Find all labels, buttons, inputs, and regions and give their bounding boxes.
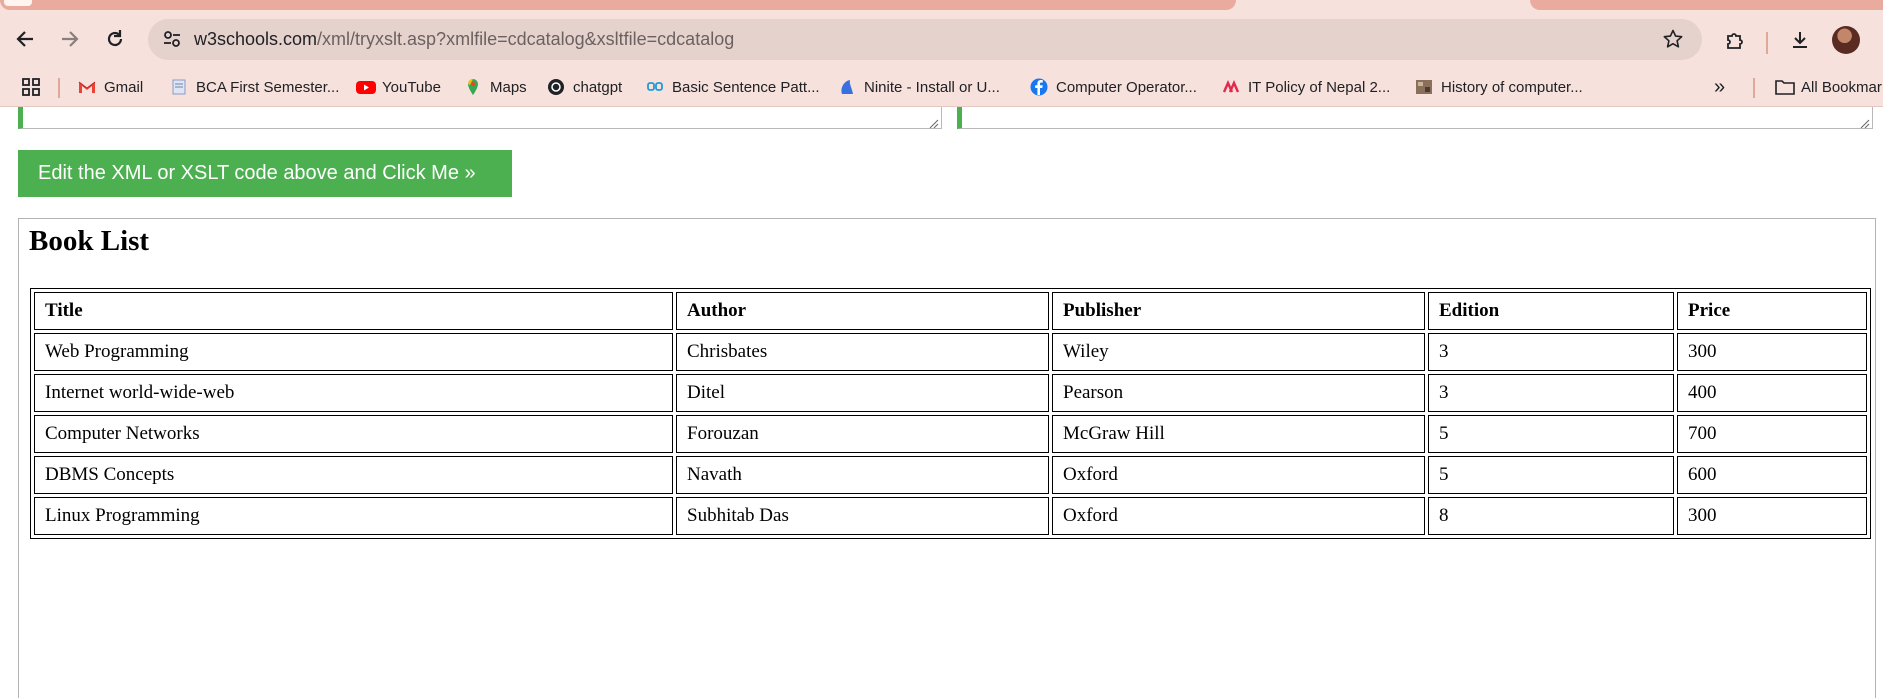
bookmark-computer-operator[interactable]: Computer Operator... (1030, 68, 1197, 106)
cell-author: Forouzan (676, 415, 1049, 453)
cell-title: DBMS Concepts (34, 456, 673, 494)
back-arrow-icon[interactable] (10, 24, 40, 54)
result-frame: Book List Title Author Publisher Edition… (18, 218, 1876, 698)
cell-title: Linux Programming (34, 497, 673, 535)
url-text[interactable]: w3schools.com/xml/tryxslt.asp?xmlfile=cd… (194, 19, 734, 60)
cell-edition: 5 (1428, 415, 1674, 453)
apps-grid-icon[interactable] (21, 77, 41, 97)
bookmark-gmail[interactable]: Gmail (78, 68, 143, 106)
tab-favicon-icon (4, 0, 32, 6)
cell-price: 300 (1677, 333, 1867, 371)
policy-icon (1222, 78, 1240, 96)
cell-publisher: Oxford (1052, 497, 1425, 535)
cell-edition: 5 (1428, 456, 1674, 494)
page-content: Edit the XML or XSLT code above and Clic… (0, 107, 1883, 698)
bookmark-it-policy-nepal[interactable]: IT Policy of Nepal 2... (1222, 68, 1390, 106)
cell-author: Navath (676, 456, 1049, 494)
star-icon[interactable] (1662, 28, 1684, 50)
cell-price: 300 (1677, 497, 1867, 535)
gmail-icon (78, 78, 96, 96)
url-path: /xml/tryxslt.asp?xmlfile=cdcatalog&xsltf… (317, 29, 735, 49)
cell-publisher: Wiley (1052, 333, 1425, 371)
browser-toolbar: w3schools.com/xml/tryxslt.asp?xmlfile=cd… (0, 12, 1883, 68)
address-bar[interactable]: w3schools.com/xml/tryxslt.asp?xmlfile=cd… (148, 19, 1702, 60)
page-title: Book List (29, 225, 150, 257)
xml-code-editor[interactable] (18, 107, 942, 129)
table-row: Linux Programming Subhitab Das Oxford 8 … (34, 497, 1867, 535)
cell-edition: 8 (1428, 497, 1674, 535)
bookmarks-overflow-button[interactable]: » (1714, 68, 1725, 106)
chatgpt-icon (547, 78, 565, 96)
bookmark-maps[interactable]: Maps (464, 68, 527, 106)
bookmark-history-of-computer[interactable]: History of computer... (1415, 68, 1583, 106)
table-row: Web Programming Chrisbates Wiley 3 300 (34, 333, 1867, 371)
resize-grip-icon[interactable] (1860, 116, 1870, 129)
table-row: Internet world-wide-web Ditel Pearson 3 … (34, 374, 1867, 412)
browser-tab[interactable] (1530, 0, 1883, 10)
cell-title: Web Programming (34, 333, 673, 371)
avatar[interactable] (1832, 26, 1860, 54)
cell-author: Subhitab Das (676, 497, 1049, 535)
table-row: DBMS Concepts Navath Oxford 5 600 (34, 456, 1867, 494)
download-icon[interactable] (1786, 26, 1814, 54)
book-table: Title Author Publisher Edition Price Web… (30, 288, 1871, 539)
run-code-button[interactable]: Edit the XML or XSLT code above and Clic… (18, 150, 512, 197)
cell-price: 700 (1677, 415, 1867, 453)
bookmarks-bar: Gmail BCA First Semester... YouTube Maps… (0, 68, 1883, 107)
tab-strip (0, 0, 1883, 12)
bookmark-basic-sentence-patterns[interactable]: Basic Sentence Patt... (646, 68, 820, 106)
bookmarks-separator (58, 78, 60, 98)
cell-author: Ditel (676, 374, 1049, 412)
cell-price: 400 (1677, 374, 1867, 412)
quote-icon (646, 78, 664, 96)
folder-icon (1775, 78, 1795, 96)
cell-price: 600 (1677, 456, 1867, 494)
cell-publisher: Oxford (1052, 456, 1425, 494)
cell-title: Internet world-wide-web (34, 374, 673, 412)
column-header-publisher: Publisher (1052, 292, 1425, 330)
cell-author: Chrisbates (676, 333, 1049, 371)
forward-arrow-icon[interactable] (55, 24, 85, 54)
column-header-edition: Edition (1428, 292, 1674, 330)
tune-icon[interactable] (162, 29, 182, 49)
column-header-price: Price (1677, 292, 1867, 330)
bookmarks-separator (1753, 78, 1755, 98)
table-row: Computer Networks Forouzan McGraw Hill 5… (34, 415, 1867, 453)
cell-title: Computer Networks (34, 415, 673, 453)
youtube-icon (356, 78, 376, 96)
bookmark-bca-first-semester[interactable]: BCA First Semester... (170, 68, 339, 106)
bookmark-chatgpt[interactable]: chatgpt (547, 68, 622, 106)
facebook-icon (1030, 78, 1048, 96)
maps-icon (464, 78, 482, 96)
bookmark-ninite[interactable]: Ninite - Install or U... (838, 68, 1000, 106)
table-header-row: Title Author Publisher Edition Price (34, 292, 1867, 330)
cell-edition: 3 (1428, 333, 1674, 371)
browser-tab[interactable] (0, 0, 1236, 10)
reload-icon[interactable] (100, 24, 130, 54)
resize-grip-icon[interactable] (929, 116, 939, 129)
column-header-title: Title (34, 292, 673, 330)
xslt-code-editor[interactable] (957, 107, 1873, 129)
image-icon (1415, 78, 1433, 96)
cell-edition: 3 (1428, 374, 1674, 412)
puzzle-icon[interactable] (1722, 26, 1750, 54)
all-bookmarks-button[interactable]: All Bookmar (1775, 68, 1882, 106)
column-header-author: Author (676, 292, 1049, 330)
bookmark-youtube[interactable]: YouTube (356, 68, 441, 106)
document-icon (170, 78, 188, 96)
url-host: w3schools.com (194, 29, 318, 49)
cell-publisher: Pearson (1052, 374, 1425, 412)
cell-publisher: McGraw Hill (1052, 415, 1425, 453)
toolbar-separator (1766, 32, 1768, 54)
ninite-icon (838, 78, 856, 96)
